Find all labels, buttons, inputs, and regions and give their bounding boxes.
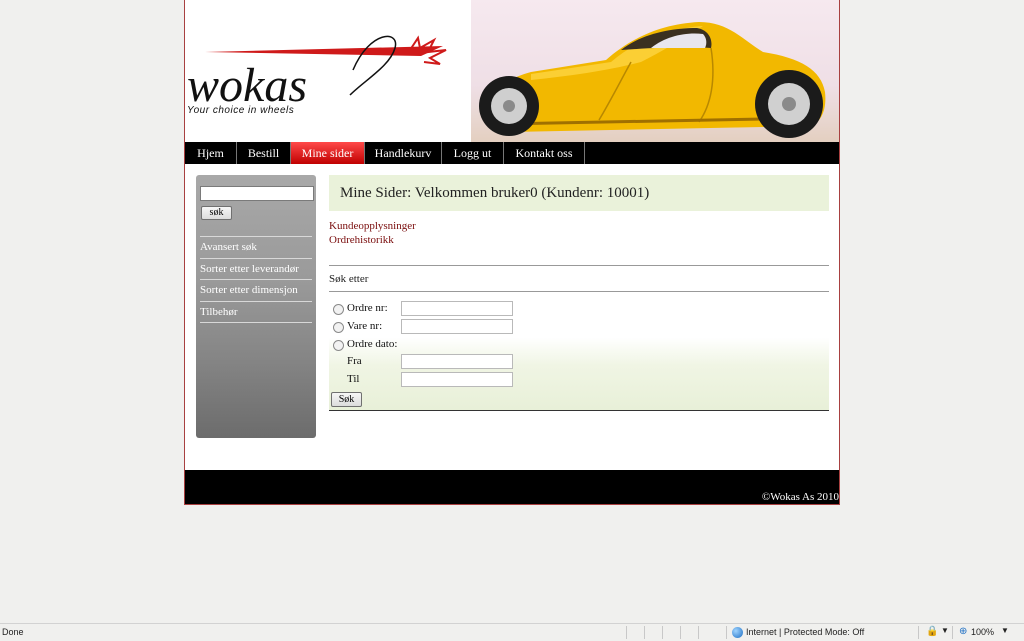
logo[interactable]: wokas Your choice in wheels — [185, 0, 471, 142]
nav-item-kontakt-oss[interactable]: Kontakt oss — [504, 142, 585, 164]
sidebar-item-avansert-sok[interactable]: Avansert søk — [200, 236, 312, 257]
status-divider — [662, 626, 663, 639]
site-header: wokas Your choice in wheels — [185, 0, 839, 142]
status-divider — [626, 626, 627, 639]
link-ordrehistorikk[interactable]: Ordrehistorikk — [329, 234, 394, 246]
chevron-down-icon[interactable]: ▼ — [941, 626, 949, 635]
radio-order-date[interactable] — [333, 340, 344, 351]
nav-item-mine-sider[interactable]: Mine sider — [291, 142, 365, 164]
status-divider — [952, 626, 953, 639]
item-no-input[interactable] — [401, 319, 513, 334]
order-search-form: Ordre nr: Vare nr: Ordre dato: Fra Til S… — [329, 293, 829, 411]
page-container: wokas Your choice in wheels Hjem Bestill… — [184, 0, 840, 505]
sidebar-item-sorter-leverandor[interactable]: Sorter etter leverandør — [200, 258, 312, 279]
from-date-input[interactable] — [401, 354, 513, 369]
logo-graphic: wokas Your choice in wheels — [187, 35, 447, 116]
search-section-title: Søk etter — [329, 273, 369, 285]
car-banner-image — [471, 0, 839, 142]
main-nav: Hjem Bestill Mine sider Handlekurv Logg … — [185, 142, 839, 164]
sidebar-item-sorter-dimensjon[interactable]: Sorter etter dimensjon — [200, 279, 312, 300]
status-divider — [698, 626, 699, 639]
zoom-icon[interactable]: ⊕ — [959, 626, 967, 637]
status-divider — [918, 626, 919, 639]
site-footer: ©Wokas As 2010 — [185, 470, 839, 504]
radio-item-no[interactable] — [333, 322, 344, 333]
to-date-label: Til — [347, 373, 360, 385]
browser-status-bar: Done Internet | Protected Mode: Off 🔒 ▼ … — [0, 623, 1024, 641]
status-divider — [726, 626, 727, 639]
link-kundeopplysninger[interactable]: Kundeopplysninger — [329, 220, 416, 232]
status-divider — [680, 626, 681, 639]
status-divider — [644, 626, 645, 639]
globe-icon — [732, 627, 743, 638]
zoom-level[interactable]: 100% — [971, 627, 994, 637]
svg-text:Your choice in wheels: Your choice in wheels — [187, 105, 294, 116]
sidebar-divider — [200, 322, 312, 323]
order-no-input[interactable] — [401, 301, 513, 316]
item-no-label: Vare nr: — [347, 320, 383, 332]
divider — [329, 265, 829, 266]
sidebar-item-tilbehor[interactable]: Tilbehør — [200, 301, 312, 322]
radio-order-no[interactable] — [333, 304, 344, 315]
status-text: Done — [2, 627, 24, 637]
divider — [329, 291, 829, 292]
sidebar-search-input[interactable] — [200, 186, 314, 201]
nav-item-handlekurv[interactable]: Handlekurv — [365, 142, 442, 164]
search-submit-button[interactable]: Søk — [331, 392, 362, 407]
sidebar: søk Avansert søk Sorter etter leverandør… — [196, 175, 316, 438]
copyright-text: ©Wokas As 2010 — [761, 491, 839, 503]
zoom-chevron-down-icon[interactable]: ▼ — [1001, 626, 1009, 635]
order-date-label: Ordre dato: — [347, 338, 398, 350]
to-date-input[interactable] — [401, 372, 513, 387]
from-date-label: Fra — [347, 355, 362, 367]
order-no-label: Ordre nr: — [347, 302, 388, 314]
nav-item-bestill[interactable]: Bestill — [237, 142, 291, 164]
nav-item-hjem[interactable]: Hjem — [185, 142, 237, 164]
welcome-banner: Mine Sider: Velkommen bruker0 (Kundenr: … — [329, 175, 829, 211]
lock-icon[interactable]: 🔒 — [926, 626, 938, 637]
sidebar-search-button[interactable]: søk — [201, 206, 232, 220]
security-zone-text[interactable]: Internet | Protected Mode: Off — [746, 627, 864, 637]
nav-item-logg-ut[interactable]: Logg ut — [442, 142, 504, 164]
